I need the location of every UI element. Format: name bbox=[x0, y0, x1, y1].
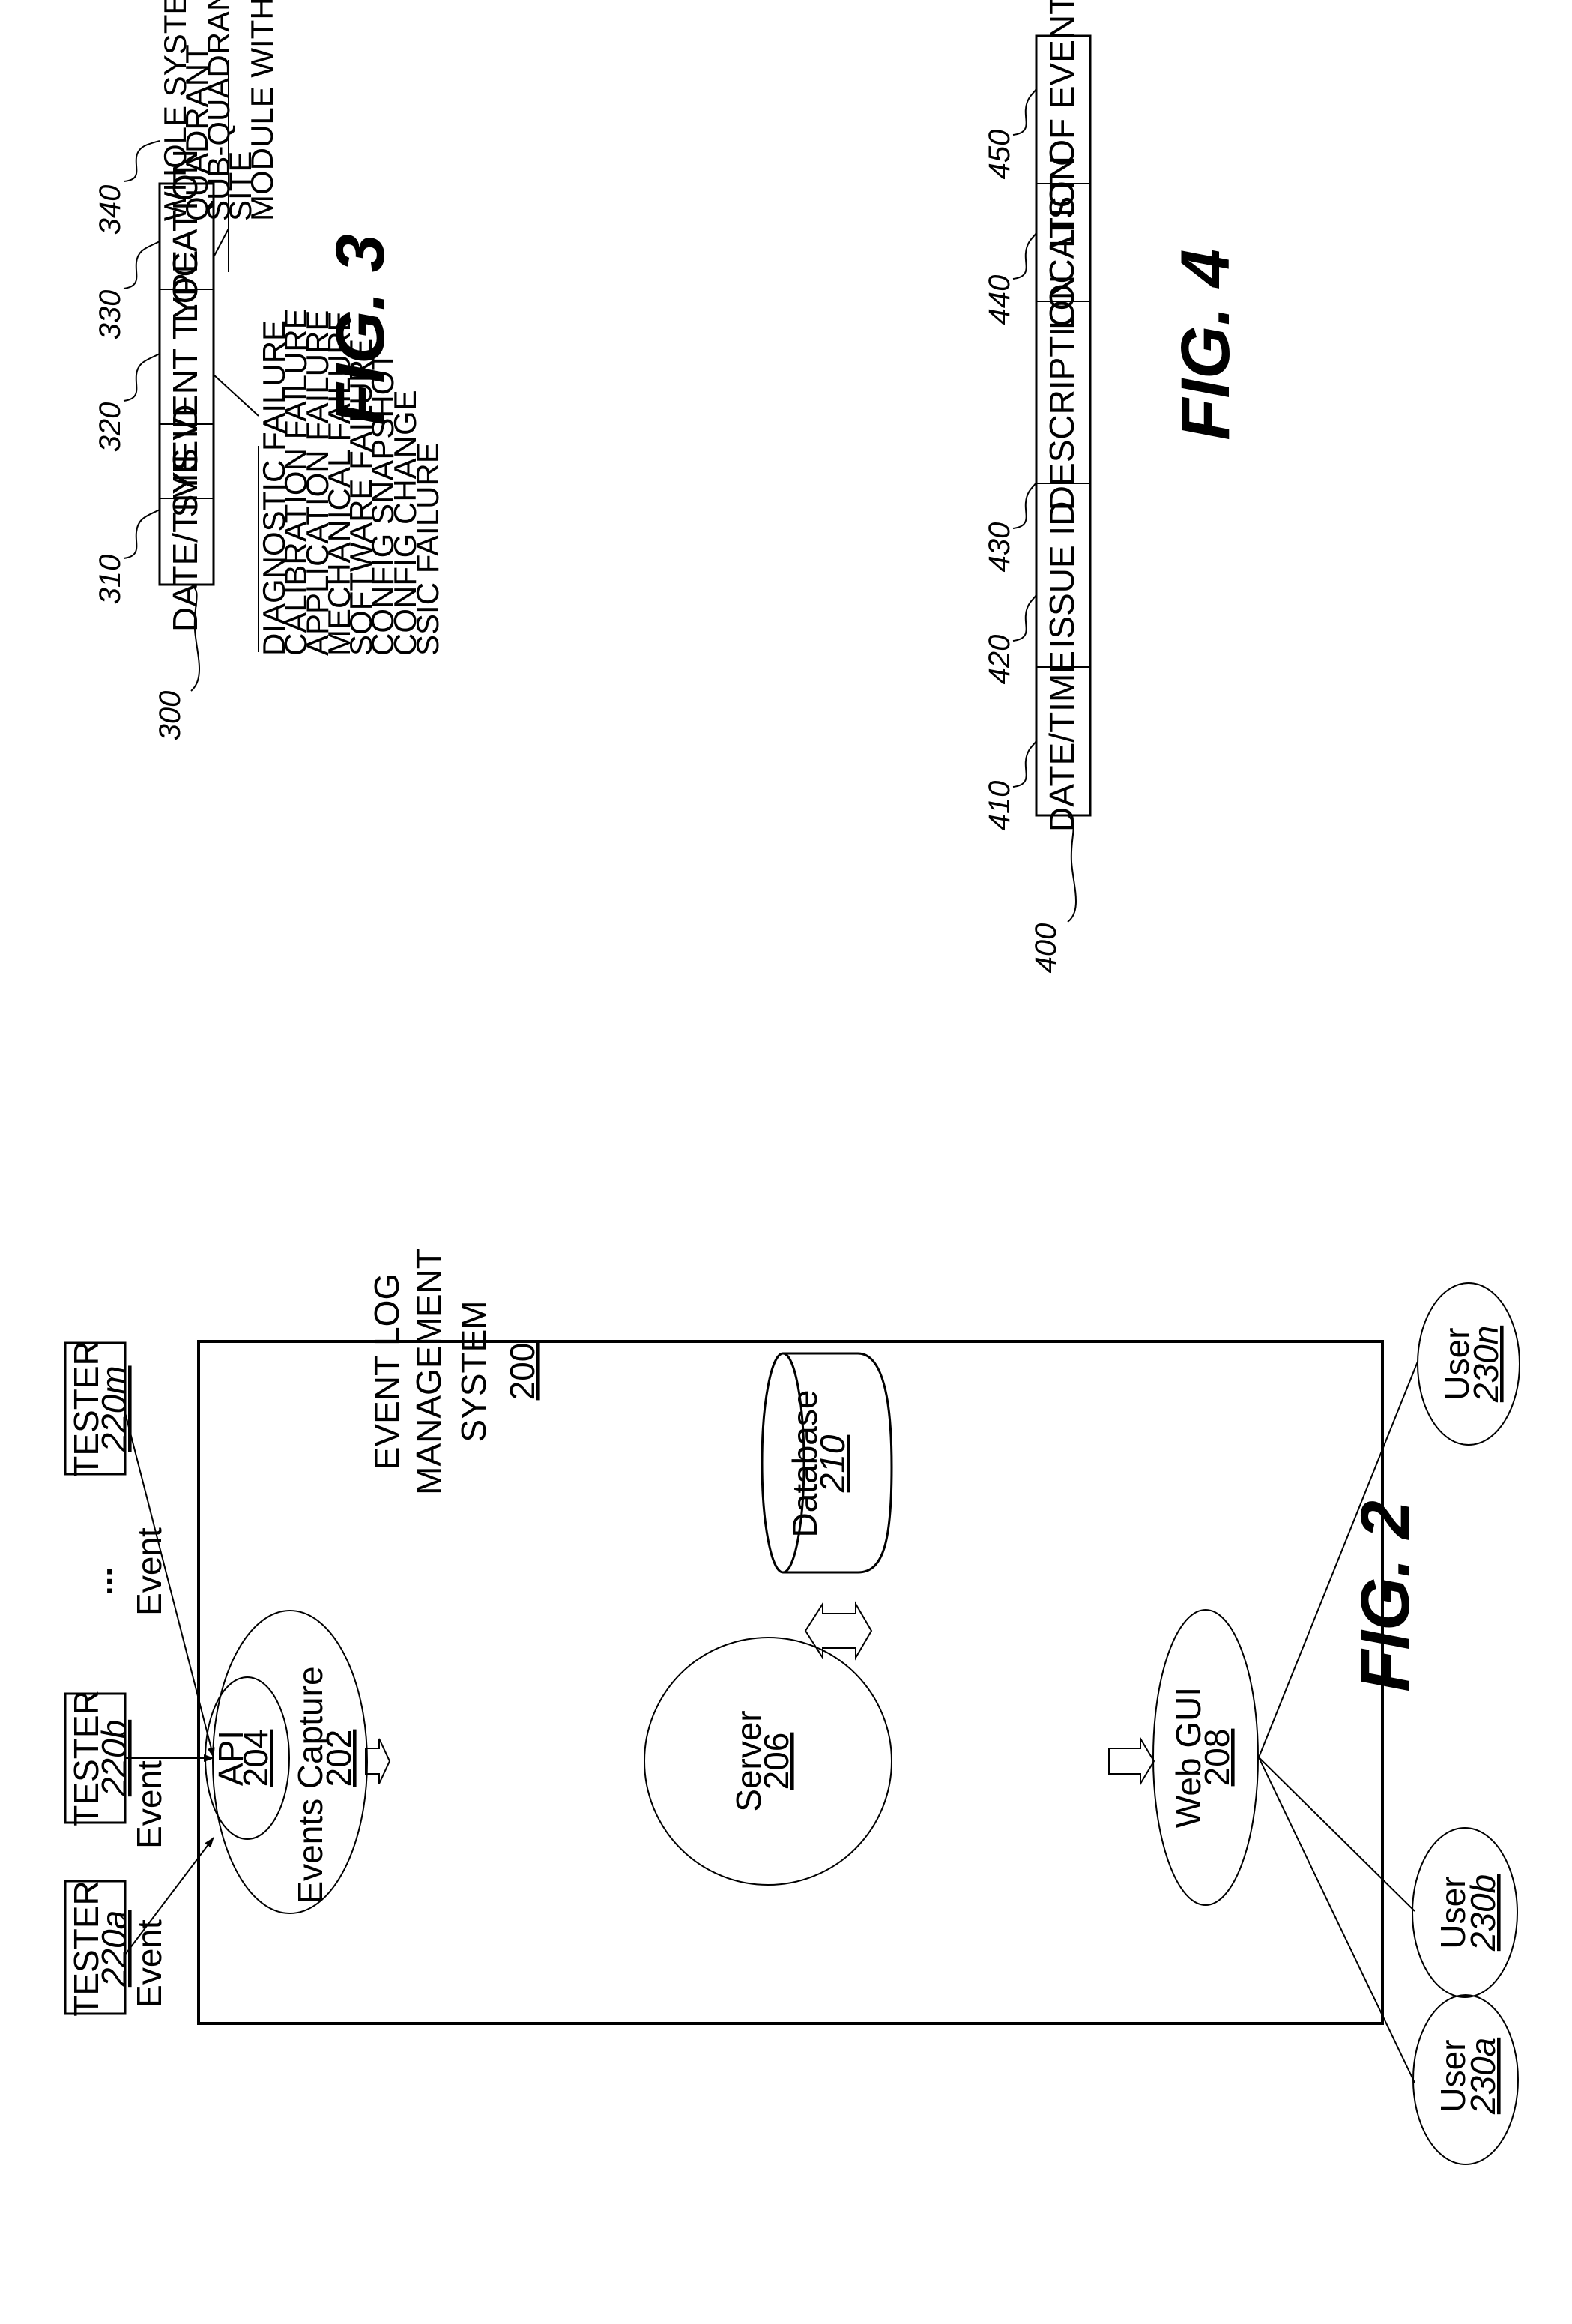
system-title-ref: 200 bbox=[503, 1343, 542, 1401]
fig3-ref-310: 310 bbox=[94, 555, 127, 605]
fig4-leader-430 bbox=[1012, 479, 1038, 529]
user-230a[interactable]: User 230a bbox=[1412, 1994, 1519, 2165]
fig3-ref-300: 300 bbox=[154, 691, 187, 741]
fig3-leader-320 bbox=[123, 353, 160, 402]
system-title-line3: SYSTEM bbox=[454, 1300, 493, 1442]
fig3-field-date-time: DATE/TIME bbox=[166, 450, 205, 632]
user-230n[interactable]: User 230n bbox=[1417, 1282, 1520, 1446]
link-webgui-user-230b bbox=[1258, 1757, 1415, 1912]
fig4-leader-410 bbox=[1012, 737, 1038, 788]
user-ref: 230n bbox=[1466, 1326, 1505, 1403]
tester-220b[interactable]: TESTER 220b bbox=[64, 1690, 133, 1826]
fig3-leader-330 bbox=[123, 241, 160, 289]
fig4-ref-400: 400 bbox=[1030, 923, 1062, 974]
system-title-line2: MANAGEMENT bbox=[409, 1248, 448, 1495]
tester-ref: 220m bbox=[94, 1365, 133, 1452]
user-230b[interactable]: User 230b bbox=[1412, 1827, 1518, 1998]
tester-220m[interactable]: TESTER 220m bbox=[64, 1341, 133, 1477]
fig3-ref-320: 320 bbox=[94, 402, 127, 453]
fig2: EVENT LOG MANAGEMENT SYSTEM 200 TESTER 2… bbox=[64, 1248, 1520, 2165]
location-item: MODULE WITHIN SITE bbox=[244, 0, 279, 221]
fig4-caption: FIG. 4 bbox=[1167, 249, 1244, 441]
fig4-ref-440: 440 bbox=[983, 275, 1016, 325]
web-gui-208[interactable]: Web GUI 208 bbox=[1152, 1609, 1259, 1906]
event-label: Event bbox=[130, 1919, 169, 2008]
flow-arrow-server-to-webgui bbox=[1108, 1736, 1155, 1787]
server-ref: 206 bbox=[757, 1733, 796, 1790]
tester-220a[interactable]: TESTER 220a bbox=[64, 1880, 133, 2017]
tester-ref: 220a bbox=[94, 1910, 133, 1988]
api-ref: 204 bbox=[236, 1730, 275, 1787]
database-ref: 210 bbox=[813, 1434, 852, 1493]
fig3-location-callout-line bbox=[213, 228, 229, 258]
event-label: Event bbox=[130, 1527, 169, 1616]
fig4-ref-450: 450 bbox=[983, 130, 1016, 180]
database-210[interactable]: Database 210 bbox=[761, 1352, 893, 1574]
fig4-leader-420 bbox=[1012, 591, 1038, 642]
link-webgui-user-230a bbox=[1258, 1757, 1415, 2083]
fig3-location-list: WHOLE SYSTEM QUADRANT SUB-QUADRANT SITE … bbox=[157, 0, 279, 221]
api-204[interactable]: API 204 bbox=[205, 1676, 290, 1840]
fig2-caption: FIG. 2 bbox=[1347, 1500, 1424, 1692]
fig3-leader-340 bbox=[123, 140, 160, 182]
web-gui-ref: 208 bbox=[1197, 1729, 1236, 1787]
fig4-leader-440 bbox=[1012, 229, 1038, 280]
user-ref: 230a bbox=[1463, 2038, 1502, 2115]
events-capture-ref: 202 bbox=[319, 1730, 358, 1787]
tester-ellipsis: ... bbox=[81, 1567, 120, 1596]
fig4-record-table: LIST OF EVENTS LOCATION DESCRIPTION ISSU… bbox=[1035, 0, 1092, 832]
fig3: LOCATION EVENT TYPE SYS ID DATE/TIME 300… bbox=[94, 0, 445, 740]
fig4-ref-430: 430 bbox=[983, 522, 1016, 573]
event-label: Event bbox=[130, 1760, 169, 1849]
fig4-field-description: DESCRIPTION bbox=[1042, 275, 1081, 510]
flow-arrow-capture-to-server bbox=[365, 1738, 391, 1784]
system-title-line1: EVENT LOG bbox=[367, 1273, 406, 1470]
flow-arrow-server-database bbox=[804, 1601, 873, 1661]
server-206[interactable]: Server 206 bbox=[644, 1637, 892, 1886]
user-ref: 230b bbox=[1463, 1874, 1502, 1952]
fig4-field-date-time: DATE/TIME bbox=[1042, 651, 1081, 832]
fig4-ref-410: 410 bbox=[983, 781, 1016, 831]
fig4-field-issue-id: ISSUE ID bbox=[1042, 501, 1081, 649]
patent-drawing-sheet: LOCATION EVENT TYPE SYS ID DATE/TIME 300… bbox=[64, 0, 1520, 2165]
fig4-ref-420: 420 bbox=[983, 635, 1016, 685]
fig3-caption: FIG. 3 bbox=[322, 234, 399, 426]
fig4-leader-450 bbox=[1012, 85, 1038, 136]
fig4: LIST OF EVENTS LOCATION DESCRIPTION ISSU… bbox=[983, 0, 1244, 973]
fig3-ref-330: 330 bbox=[94, 290, 127, 340]
fig3-ref-340: 340 bbox=[94, 185, 127, 235]
fig3-leader-310 bbox=[123, 509, 160, 559]
event-type-item: SSIC FAILURE bbox=[410, 442, 445, 656]
system-title: EVENT LOG MANAGEMENT SYSTEM 200 bbox=[367, 1248, 542, 1495]
fig3-event-type-callout-line bbox=[213, 374, 259, 417]
